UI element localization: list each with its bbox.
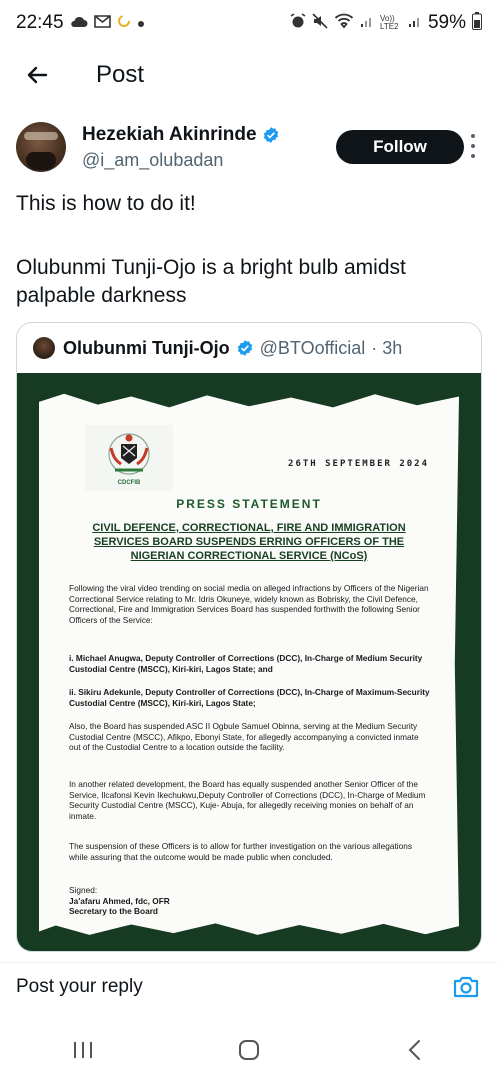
quoted-author-name: Olubunmi Tunji-Ojo [63, 337, 230, 358]
press-statement-title: PRESS STATEMENT [176, 497, 322, 511]
statement-paragraph-3: In another related development, the Boar… [69, 779, 426, 821]
system-nav-bar [0, 1020, 498, 1080]
page-title: Post [96, 61, 145, 88]
author-name-row[interactable]: Hezekiah Akinrinde [82, 124, 280, 146]
author-name[interactable]: Hezekiah Akinrinde [82, 124, 257, 146]
author-handle[interactable]: @i_am_olubadan [82, 150, 223, 171]
signed-label: Signed: [69, 885, 98, 895]
statement-paragraph-4: The suspension of these Officers is to a… [69, 841, 412, 862]
top-app-bar: Post [0, 46, 498, 104]
statement-paragraph-2: Also, the Board has suspended ASC II Ogb… [69, 721, 419, 753]
signer-title: Secretary to the Board [69, 906, 158, 917]
status-left: 22:45 [16, 12, 145, 34]
author-avatar[interactable] [16, 122, 66, 172]
statement-paragraph-1: Following the viral video trending on so… [69, 583, 429, 625]
quoted-author-avatar [33, 337, 55, 359]
author-row: Hezekiah Akinrinde @i_am_olubadan Follow [0, 118, 498, 180]
recent-apps-icon[interactable] [63, 1030, 103, 1070]
reply-bar[interactable]: Post your reply [0, 963, 498, 1011]
mute-icon [312, 13, 328, 33]
signal-icon-1 [360, 14, 374, 32]
home-icon[interactable] [229, 1030, 269, 1070]
quoted-post-card[interactable]: Olubunmi Tunji-Ojo @BTOofficial · 3h CDC… [16, 322, 482, 952]
press-statement-headline: CIVIL DEFENCE, CORRECTIONAL, FIRE AND IM… [92, 522, 406, 562]
battery-icon [472, 12, 482, 34]
signer-name: Ja'afaru Ahmed, fdc, OFR [69, 895, 170, 906]
status-bar: 22:45 Vo)) LTE2 59% [0, 0, 498, 46]
quoted-author-handle: @BTOofficial [259, 337, 366, 358]
quoted-post-header: Olubunmi Tunji-Ojo @BTOofficial · 3h [33, 337, 402, 359]
dot-icon [137, 15, 145, 32]
statement-signature: Signed: Ja'afaru Ahmed, fdc, OFR Secreta… [69, 885, 431, 917]
gmail-icon [93, 14, 111, 32]
quoted-verified-badge-icon [236, 339, 254, 357]
signal-icon-2 [408, 14, 422, 32]
camera-icon[interactable] [452, 973, 480, 1001]
post-text-line-1: This is how to do it! [16, 192, 196, 215]
wifi-icon [334, 13, 354, 33]
statement-item-2: ii. Sikiru Adekunle, Deputy Controller o… [69, 687, 430, 708]
quoted-post-time: · 3h [371, 337, 403, 358]
sync-icon [117, 14, 131, 32]
post-text-line-2: Olubunmi Tunji-Ojo is a bright bulb amid… [16, 256, 406, 307]
press-statement-image[interactable]: CDCFIB 26TH SEPTEMBER 2024 PRESS STATEME… [17, 373, 481, 951]
statement-date: 26TH SEPTEMBER 2024 [288, 459, 429, 469]
alarm-icon [290, 13, 306, 33]
crest-label: CDCFIB [117, 480, 141, 486]
volte-label: Vo)) LTE2 [379, 14, 399, 31]
cloud-icon [70, 15, 88, 32]
follow-button[interactable]: Follow [336, 130, 464, 164]
verified-badge-icon [262, 126, 280, 144]
reply-input[interactable]: Post your reply [16, 976, 143, 998]
status-time: 22:45 [16, 12, 64, 33]
coat-of-arms-logo: CDCFIB [85, 425, 173, 491]
status-right: Vo)) LTE2 59% [290, 12, 482, 34]
back-nav-icon[interactable] [395, 1030, 435, 1070]
statement-item-1: i. Michael Anugwa, Deputy Controller of … [69, 653, 423, 674]
battery-percent: 59% [427, 12, 466, 33]
press-statement-paper: CDCFIB 26TH SEPTEMBER 2024 PRESS STATEME… [39, 393, 459, 935]
more-options-icon[interactable] [470, 134, 476, 158]
back-arrow-icon[interactable] [22, 60, 52, 90]
